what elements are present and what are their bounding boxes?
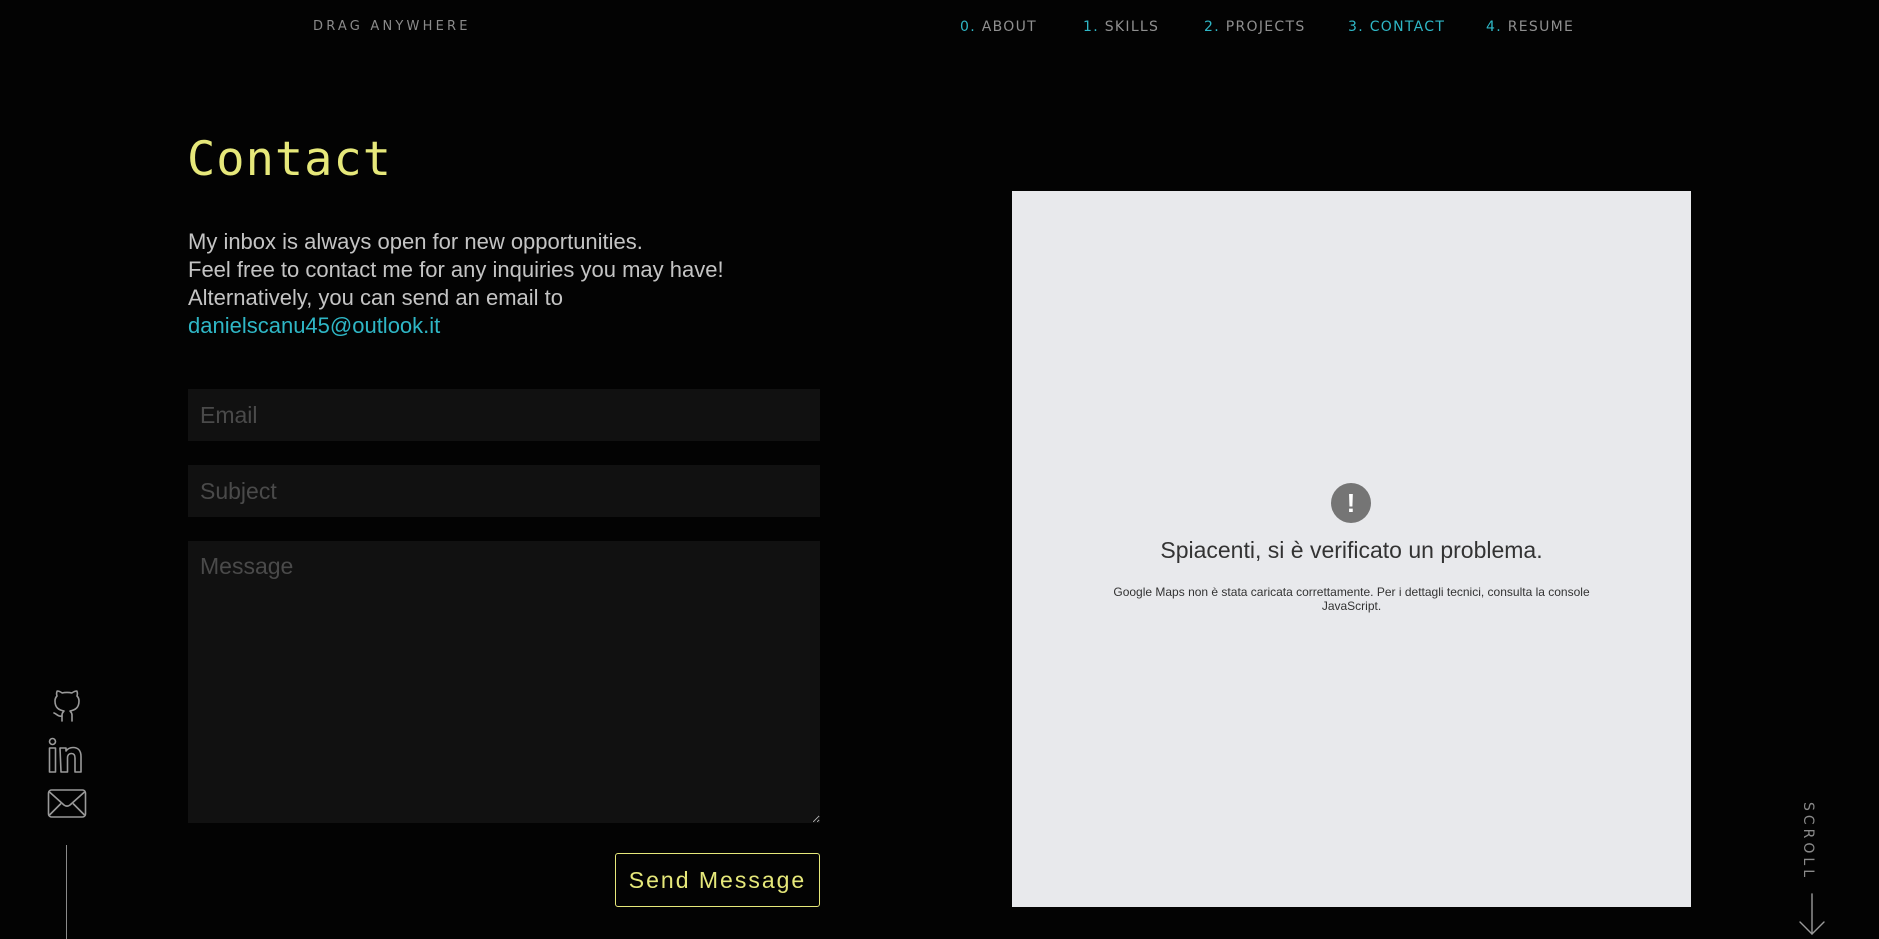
- email-input[interactable]: [188, 389, 820, 441]
- map-error-detail: Google Maps non è stata caricata corrett…: [1113, 585, 1590, 613]
- nav-item-contact[interactable]: 3. CONTACT: [1348, 19, 1445, 35]
- nav-number: 3.: [1348, 19, 1364, 35]
- map-error-title: Spiacenti, si è verificato un problema.: [1160, 537, 1543, 563]
- message-textarea[interactable]: [188, 541, 820, 823]
- nav-item-resume[interactable]: 4. RESUME: [1486, 19, 1574, 35]
- send-message-button[interactable]: Send Message: [615, 853, 820, 907]
- linkedin-icon: [48, 737, 82, 773]
- intro-line: My inbox is always open for new opportun…: [188, 229, 643, 254]
- subject-input[interactable]: [188, 465, 820, 517]
- intro-line: Alternatively, you can send an email to: [188, 285, 564, 310]
- nav-label: CONTACT: [1369, 19, 1446, 35]
- page-title: Contact: [187, 132, 393, 187]
- social-divider-line: [66, 845, 67, 939]
- github-icon: [53, 690, 80, 722]
- nav-number: 1.: [1083, 19, 1099, 35]
- linkedin-link[interactable]: [47, 736, 87, 776]
- nav-item-about[interactable]: 0. ABOUT: [960, 19, 1037, 35]
- nav-label: ABOUT: [981, 19, 1037, 35]
- exclamation-icon: !: [1331, 483, 1371, 523]
- nav-number: 0.: [960, 19, 976, 35]
- email-social-link[interactable]: [47, 788, 87, 820]
- nav-number: 2.: [1204, 19, 1220, 35]
- github-link[interactable]: [47, 686, 87, 726]
- nav-item-skills[interactable]: 1. SKILLS: [1083, 19, 1159, 35]
- intro-line: Feel free to contact me for any inquirie…: [188, 257, 724, 282]
- mail-icon: [47, 789, 87, 818]
- email-link[interactable]: danielscanu45@outlook.it: [188, 313, 440, 338]
- arrow-down-icon[interactable]: [1798, 893, 1826, 937]
- main-nav: 0. ABOUT 1. SKILLS 2. PROJECTS 3. CONTAC…: [0, 19, 1879, 39]
- scroll-label[interactable]: SCROLL: [1800, 802, 1816, 881]
- nav-label: RESUME: [1507, 19, 1575, 35]
- nav-label: PROJECTS: [1225, 19, 1306, 35]
- contact-intro: My inbox is always open for new opportun…: [188, 228, 828, 340]
- map-embed[interactable]: ! Spiacenti, si è verificato un problema…: [1012, 191, 1691, 907]
- nav-number: 4.: [1486, 19, 1502, 35]
- nav-label: SKILLS: [1104, 19, 1160, 35]
- nav-item-projects[interactable]: 2. PROJECTS: [1204, 19, 1306, 35]
